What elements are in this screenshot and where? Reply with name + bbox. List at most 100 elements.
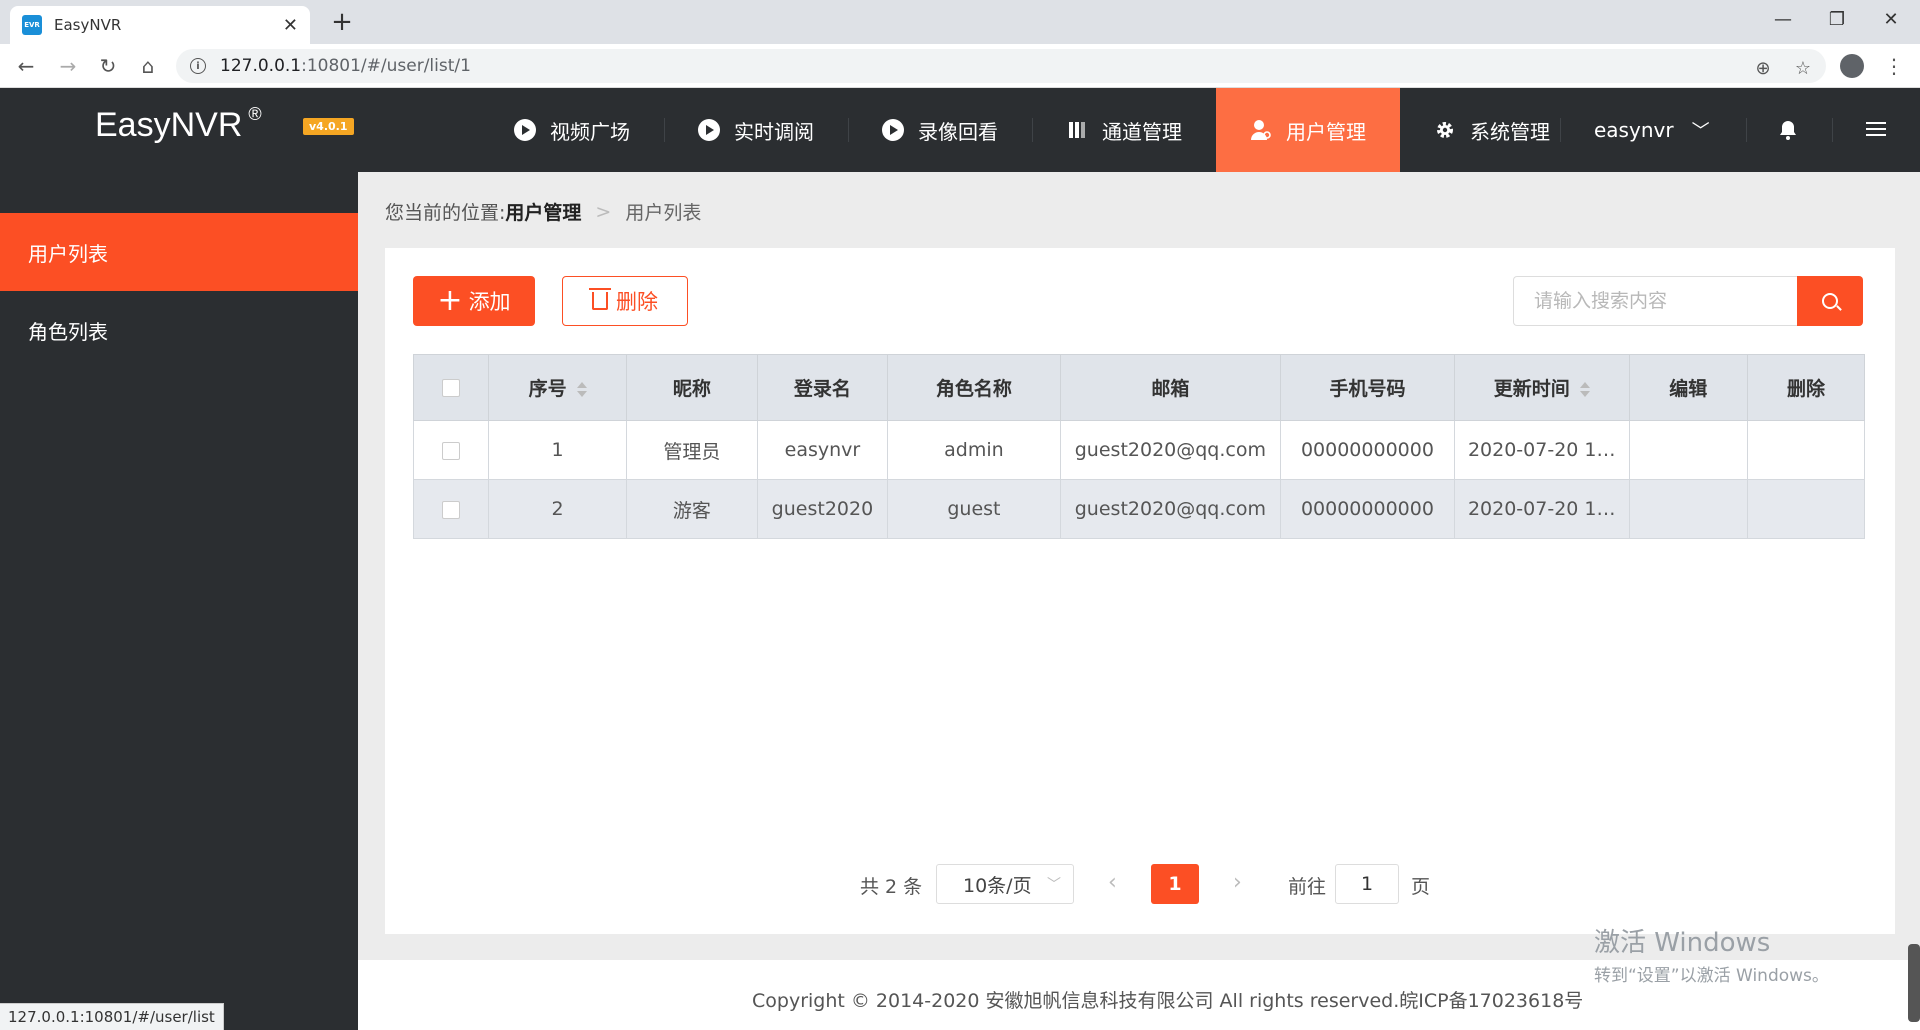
select-all-checkbox[interactable]: [442, 379, 461, 397]
bell-icon[interactable]: [1776, 118, 1800, 142]
col-header-updated[interactable]: 更新时间: [1453, 354, 1630, 421]
scrollbar-thumb[interactable]: [1908, 944, 1920, 1022]
close-window-button[interactable]: ✕: [1864, 0, 1918, 38]
page-size-select[interactable]: 10条/页 ﹀: [936, 864, 1074, 904]
cell-delete[interactable]: [1746, 420, 1866, 480]
col-header-edit: 编辑: [1628, 354, 1748, 421]
profile-avatar-icon[interactable]: [1840, 54, 1864, 78]
user-table: 序号 昵称 登录名 角色名称 邮箱 手机号码 更新时间 编辑 删除 1 管理员 …: [412, 354, 1866, 539]
sidebar-item-user-list[interactable]: 用户列表: [0, 213, 358, 291]
main-panel: + 添加 删除 序号 昵称 登录名 角色名称 邮箱 手机号码 更新时间 编辑: [385, 248, 1895, 934]
cell-updated: 2020-07-20 1…: [1453, 479, 1630, 539]
col-header-email: 邮箱: [1059, 354, 1282, 421]
cell-nickname: 游客: [626, 479, 758, 539]
add-button-label: 添加: [468, 290, 511, 314]
site-info-icon[interactable]: i: [190, 58, 206, 74]
col-header-label: 更新时间: [1493, 378, 1570, 400]
new-tab-button[interactable]: +: [326, 6, 358, 38]
url-input[interactable]: i 127.0.0.1:10801/#/user/list/1 ⊕ ☆: [176, 49, 1826, 83]
breadcrumb: 您当前的位置: 用户管理 > 用户列表: [385, 198, 701, 225]
col-header-delete: 删除: [1746, 354, 1866, 421]
goto-label: 前往: [1288, 876, 1327, 898]
browser-tab[interactable]: EVR EasyNVR ✕: [10, 6, 310, 44]
search-input[interactable]: [1513, 276, 1797, 326]
zoom-icon[interactable]: ⊕: [1750, 55, 1776, 81]
page-button-current[interactable]: 1: [1151, 864, 1199, 904]
add-button[interactable]: + 添加: [413, 276, 535, 326]
row-checkbox[interactable]: [442, 441, 461, 460]
hamburger-menu-icon[interactable]: [1864, 118, 1888, 142]
nav-label: 录像回看: [918, 119, 998, 144]
nav-video-square[interactable]: 视频广场: [480, 88, 664, 172]
breadcrumb-separator-icon: >: [595, 200, 612, 223]
table-header-row: 序号 昵称 登录名 角色名称 邮箱 手机号码 更新时间 编辑 删除: [412, 354, 1866, 421]
table-row[interactable]: 2 游客 guest2020 guest guest2020@qq.com 00…: [412, 479, 1866, 539]
nav-label: 系统管理: [1470, 119, 1550, 144]
nav-playback[interactable]: 录像回看: [848, 88, 1032, 172]
sidebar-item-role-list[interactable]: 角色列表: [0, 291, 358, 369]
goto-page-input[interactable]: [1335, 864, 1399, 904]
forward-icon[interactable]: →: [52, 50, 84, 82]
cell-updated: 2020-07-20 1…: [1453, 420, 1630, 480]
col-header-label: 序号: [528, 378, 567, 400]
next-page-icon[interactable]: ›: [1233, 870, 1242, 895]
trash-icon: [589, 288, 611, 310]
top-nav: 视频广场 实时调阅 录像回看 通道管理 用户管理 系统管理: [480, 88, 1584, 172]
url-host: 127.0.0.1: [220, 56, 302, 76]
bookmark-star-icon[interactable]: ☆: [1790, 55, 1816, 81]
nav-label: 通道管理: [1102, 119, 1182, 144]
cell-edit[interactable]: [1628, 479, 1748, 539]
sort-icon[interactable]: [1579, 381, 1590, 398]
delete-button[interactable]: 删除: [562, 276, 688, 326]
breadcrumb-current: 用户列表: [625, 202, 702, 224]
cell-role: guest: [887, 479, 1061, 539]
delete-button-label: 删除: [616, 290, 658, 314]
nav-user-management[interactable]: 用户管理: [1216, 88, 1400, 172]
cell-no: 1: [488, 420, 628, 480]
back-icon[interactable]: ←: [10, 50, 42, 82]
restore-button[interactable]: ❐: [1810, 0, 1864, 38]
brand-name: EasyNVR: [95, 106, 243, 144]
pagination: 共 2 条 10条/页 ﹀ ‹ 1 › 前往 页: [385, 864, 1895, 904]
page-size-value: 10条/页: [963, 874, 1032, 897]
cell-delete[interactable]: [1746, 479, 1866, 539]
table-row[interactable]: 1 管理员 easynvr admin guest2020@qq.com 000…: [412, 420, 1866, 480]
tab-close-icon[interactable]: ✕: [283, 15, 298, 36]
minimize-button[interactable]: —: [1756, 0, 1810, 38]
row-select-cell: [412, 479, 490, 539]
reload-icon[interactable]: ↻: [92, 50, 124, 82]
nav-label: 实时调阅: [734, 119, 814, 144]
watermark-line2: 转到“设置”以激活 Windows。: [1594, 966, 1829, 986]
play-circle-icon: [698, 119, 720, 141]
brand-logo[interactable]: EasyNVR ®: [95, 104, 262, 145]
search-button[interactable]: [1797, 276, 1863, 326]
favicon-icon: EVR: [22, 15, 42, 35]
chevron-down-icon: ﹀: [1691, 121, 1710, 142]
url-path: :10801/#/user/list/1: [301, 56, 471, 76]
user-name: easynvr: [1594, 118, 1674, 142]
browser-tabstrip: EVR EasyNVR ✕ + — ❐ ✕: [0, 0, 1920, 44]
breadcrumb-section[interactable]: 用户管理: [505, 198, 581, 225]
page-unit-label: 页: [1411, 876, 1431, 898]
col-header-no[interactable]: 序号: [488, 354, 628, 421]
home-icon[interactable]: ⌂: [132, 50, 164, 82]
sort-icon[interactable]: [576, 381, 587, 398]
play-circle-icon: [882, 119, 904, 141]
browser-menu-icon[interactable]: ⋮: [1884, 52, 1904, 80]
nav-channel-management[interactable]: 通道管理: [1032, 88, 1216, 172]
nav-label: 视频广场: [550, 119, 630, 144]
row-checkbox[interactable]: [442, 500, 461, 519]
user-menu[interactable]: easynvr ﹀: [1560, 88, 1744, 172]
address-bar: ← → ↻ ⌂ i 127.0.0.1:10801/#/user/list/1 …: [0, 44, 1920, 88]
cell-email: guest2020@qq.com: [1059, 420, 1282, 480]
nav-live-view[interactable]: 实时调阅: [664, 88, 848, 172]
browser-status-bar: 127.0.0.1:10801/#/user/list: [0, 1003, 224, 1030]
plus-icon: +: [437, 283, 463, 318]
registered-mark: ®: [248, 104, 262, 124]
nav-label: 用户管理: [1286, 119, 1366, 144]
prev-page-icon[interactable]: ‹: [1108, 870, 1117, 895]
nav-system-management[interactable]: 系统管理: [1400, 88, 1584, 172]
cell-phone: 00000000000: [1280, 479, 1455, 539]
cell-edit[interactable]: [1628, 420, 1748, 480]
col-header-role: 角色名称: [887, 354, 1061, 421]
